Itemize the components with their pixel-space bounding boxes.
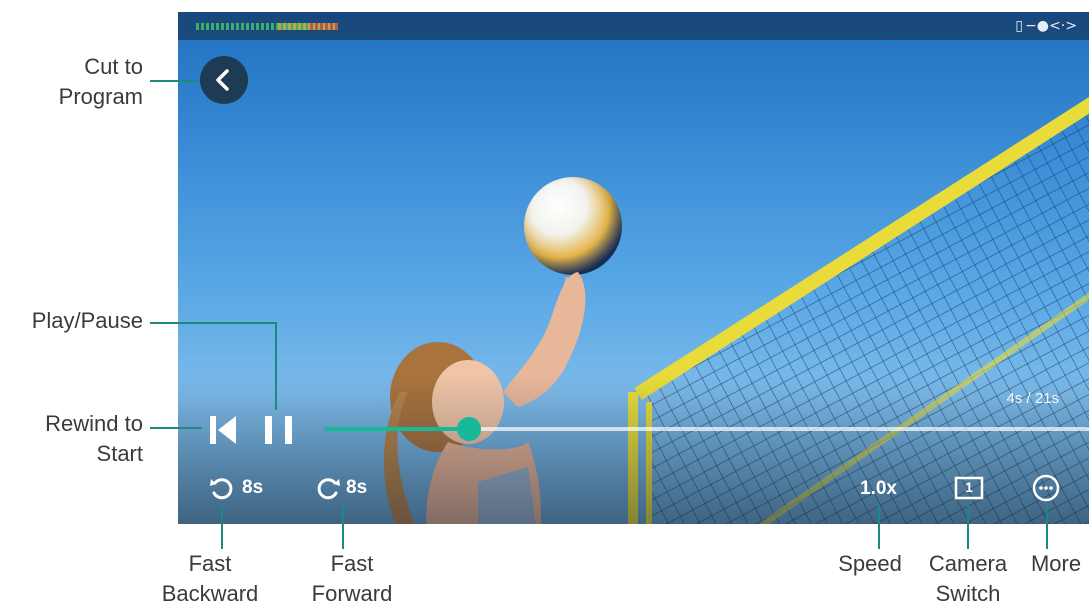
callout-cut-to-program: Cut to Program bbox=[59, 52, 143, 112]
leader-line bbox=[150, 322, 276, 324]
leader-line bbox=[150, 427, 202, 429]
callout-text: Start bbox=[96, 441, 143, 466]
fast-backward-label: 8s bbox=[242, 477, 264, 498]
callout-text: Fast bbox=[188, 551, 232, 576]
callout-text: More bbox=[1030, 551, 1082, 576]
rotate-right-icon bbox=[317, 478, 340, 500]
callout-text: Backward bbox=[161, 581, 259, 606]
fast-forward-label: 8s bbox=[346, 477, 368, 498]
leader-line bbox=[342, 505, 344, 549]
leader-line bbox=[1046, 505, 1048, 549]
callout-play-pause: Play/Pause bbox=[32, 306, 143, 336]
speed-label: 1.0x bbox=[860, 478, 897, 499]
rewind-to-start-button[interactable] bbox=[208, 414, 238, 446]
leader-line bbox=[150, 80, 198, 82]
more-button[interactable] bbox=[1032, 474, 1060, 502]
callout-text: Speed bbox=[838, 551, 902, 576]
video-player[interactable]: ▯ −● <·> 4s / 21s 8s 8s 1.0x 1 bbox=[178, 12, 1089, 524]
audio-level-meter bbox=[196, 23, 338, 30]
skip-to-start-icon bbox=[210, 416, 236, 444]
callout-text: Cut to bbox=[84, 54, 143, 79]
callout-text: Camera bbox=[928, 551, 1008, 576]
leader-line bbox=[878, 505, 880, 549]
power-plug-icon: −● bbox=[1025, 18, 1049, 34]
progress-fill bbox=[324, 427, 470, 431]
callout-fast-forward: Fast Forward bbox=[292, 549, 412, 609]
pause-icon bbox=[265, 416, 292, 444]
fast-backward-button[interactable]: 8s bbox=[208, 474, 278, 504]
code-arrows-icon: <·> bbox=[1049, 18, 1077, 34]
play-pause-button[interactable] bbox=[262, 414, 296, 446]
callout-fast-backward: Fast Backward bbox=[150, 549, 270, 609]
callout-text: Rewind to bbox=[45, 411, 143, 436]
rotate-left-icon bbox=[210, 478, 233, 500]
sd-card-icon: ▯ bbox=[1015, 18, 1023, 34]
callout-text: Switch bbox=[935, 581, 1001, 606]
callout-camera-switch: Camera Switch bbox=[920, 549, 1016, 609]
speed-button[interactable]: 1.0x bbox=[860, 476, 910, 502]
status-bar: ▯ −● <·> bbox=[178, 12, 1089, 40]
fast-forward-button[interactable]: 8s bbox=[314, 474, 384, 504]
callout-text: Program bbox=[58, 84, 143, 109]
callout-more: More bbox=[1024, 549, 1088, 579]
cut-to-program-button[interactable] bbox=[200, 56, 248, 104]
leader-line bbox=[221, 505, 223, 549]
callout-rewind-to-start: Rewind to Start bbox=[45, 409, 143, 469]
progress-slider[interactable] bbox=[324, 417, 1089, 441]
callout-text: Fast bbox=[330, 551, 374, 576]
callout-text: Forward bbox=[311, 581, 393, 606]
leader-line bbox=[275, 322, 277, 410]
callout-text: Play/Pause bbox=[31, 308, 143, 333]
chevron-left-icon bbox=[216, 69, 229, 91]
timecode: 4s / 21s bbox=[1006, 390, 1059, 407]
camera-switch-button[interactable]: 1 bbox=[954, 476, 984, 500]
callout-speed: Speed bbox=[830, 549, 910, 579]
camera-number: 1 bbox=[965, 479, 973, 495]
leader-line bbox=[967, 505, 969, 549]
more-options-icon bbox=[1032, 474, 1060, 502]
